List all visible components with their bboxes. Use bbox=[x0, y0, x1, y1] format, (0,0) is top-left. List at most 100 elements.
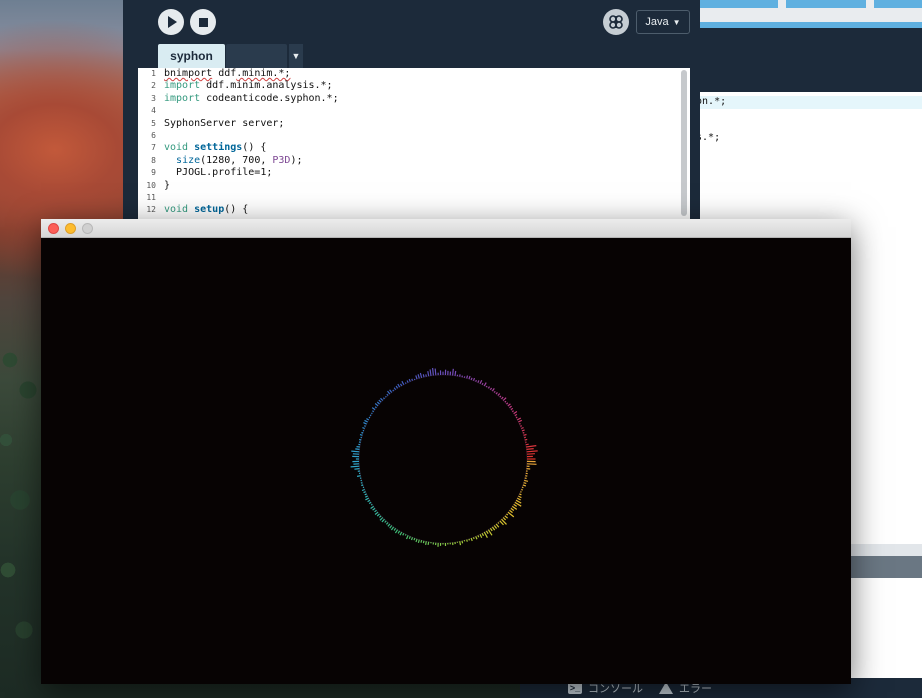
processing-editor-window[interactable]: Java ▼ syphon ▼ 1 2 3 4 5 6 7 8 9 10 11 12 bnimport… bbox=[123, 0, 700, 225]
code-line[interactable]: void settings() { bbox=[164, 142, 674, 154]
spectrum-bar bbox=[521, 427, 524, 430]
scrollbar-thumb[interactable] bbox=[681, 70, 687, 216]
code-line[interactable] bbox=[164, 130, 674, 142]
spectrum-bar bbox=[489, 527, 493, 532]
spectrum-bar bbox=[526, 453, 535, 455]
spectrum-bar bbox=[472, 537, 475, 540]
tab-syphon[interactable]: syphon bbox=[158, 44, 225, 68]
spectrum-bar bbox=[521, 429, 525, 432]
sketch-output-window[interactable] bbox=[41, 219, 851, 684]
spectrum-bar bbox=[515, 499, 522, 504]
stop-button[interactable] bbox=[190, 9, 216, 35]
spectrum-bar bbox=[515, 416, 518, 419]
code-editor[interactable]: 1 2 3 4 5 6 7 8 9 10 11 12 bnimport ddf.minim.*; imp… bbox=[138, 68, 690, 225]
line-number: 9 bbox=[151, 168, 156, 178]
code-line[interactable]: import ddf.minim.analysis.*; bbox=[164, 80, 674, 92]
spectrum-bar bbox=[518, 495, 522, 499]
code-line[interactable] bbox=[164, 105, 674, 117]
line-number: 2 bbox=[151, 81, 156, 91]
chevron-down-icon: ▼ bbox=[291, 51, 301, 61]
close-light-icon[interactable] bbox=[48, 223, 59, 234]
spectrum-bar bbox=[502, 397, 507, 401]
spectrum-bar bbox=[526, 463, 537, 465]
spectrum-bar bbox=[466, 375, 469, 379]
spectrum-bar bbox=[522, 484, 527, 487]
background-tabs[interactable] bbox=[690, 0, 922, 8]
spectrum-bar bbox=[493, 390, 496, 393]
spectrum-bar bbox=[483, 531, 488, 538]
code-line[interactable] bbox=[164, 192, 674, 204]
spectrum-bar bbox=[519, 423, 521, 425]
spectrum-bar bbox=[501, 396, 504, 400]
spectrum-bar bbox=[374, 403, 379, 407]
spectrum-bar bbox=[461, 540, 464, 544]
code-line[interactable]: PJOGL.profile=1; bbox=[164, 167, 674, 179]
tab-empty[interactable] bbox=[226, 44, 287, 68]
spectrum-bar bbox=[472, 377, 476, 381]
spectrum-bar bbox=[393, 387, 397, 391]
spectrum-bar bbox=[371, 412, 373, 415]
spectrum-bar bbox=[365, 495, 368, 498]
spectrum-bar bbox=[521, 486, 524, 489]
spectrum-bar bbox=[408, 536, 411, 540]
spectrum-bar bbox=[452, 368, 454, 376]
spectrum-bar bbox=[524, 479, 529, 482]
tab-label: syphon bbox=[170, 49, 213, 63]
spectrum-bar bbox=[364, 419, 368, 423]
line-number: 12 bbox=[146, 205, 156, 215]
spectrum-bar bbox=[378, 399, 382, 403]
spectrum-bar bbox=[371, 407, 376, 411]
spectrum-bar bbox=[525, 443, 529, 446]
spectrum-bar bbox=[364, 425, 366, 427]
code-line[interactable]: SyphonServer server; bbox=[164, 118, 674, 130]
spectrum-bar bbox=[356, 475, 361, 477]
spectrum-bar bbox=[374, 511, 379, 515]
maximize-light-icon[interactable] bbox=[82, 223, 93, 234]
spectrum-bar bbox=[395, 385, 399, 389]
spectrum-bar bbox=[521, 488, 524, 491]
sketch-titlebar[interactable] bbox=[41, 219, 851, 238]
spectrum-bar bbox=[365, 497, 369, 501]
spectrum-bar bbox=[422, 374, 425, 378]
spectrum-bar bbox=[495, 523, 500, 528]
code-line[interactable]: } bbox=[164, 180, 674, 192]
spectrum-bar bbox=[491, 526, 496, 531]
spectrum-bar bbox=[434, 368, 437, 376]
mode-selector[interactable]: Java ▼ bbox=[636, 10, 690, 34]
code-line[interactable]: void setup() { bbox=[164, 204, 674, 216]
tab-menu-button[interactable]: ▼ bbox=[289, 44, 303, 68]
spectrum-bar bbox=[404, 534, 407, 536]
minimize-light-icon[interactable] bbox=[65, 223, 76, 234]
spectrum-bar bbox=[517, 417, 522, 421]
spectrum-bar bbox=[479, 380, 483, 384]
spectrum-bar bbox=[361, 431, 364, 434]
code-line[interactable]: import codeanticode.syphon.*; bbox=[164, 93, 674, 105]
spectrum-bar bbox=[419, 372, 423, 378]
debugger-button[interactable] bbox=[603, 9, 629, 35]
spectrum-bar bbox=[413, 537, 416, 541]
sketch-canvas[interactable] bbox=[41, 238, 851, 684]
code-line[interactable]: size(1280, 700, P3D); bbox=[164, 155, 674, 167]
spectrum-bar bbox=[385, 395, 387, 398]
spectrum-bar bbox=[502, 517, 507, 521]
spectrum-bar bbox=[511, 410, 514, 413]
spectrum-bar bbox=[359, 438, 362, 441]
spectrum-bar bbox=[524, 438, 528, 441]
spectrum-bar bbox=[481, 382, 484, 385]
code-line[interactable]: bnimport ddf.minim.*; bbox=[164, 68, 674, 80]
console-output bbox=[850, 578, 922, 678]
spectrum-bar bbox=[399, 531, 403, 536]
spectrum-bar bbox=[405, 535, 409, 540]
spectrum-bar bbox=[362, 427, 365, 430]
spectrum-bar bbox=[420, 540, 423, 543]
spectrum-bar bbox=[374, 406, 377, 409]
spectrum-bar bbox=[507, 403, 511, 407]
line-number: 6 bbox=[151, 130, 156, 140]
spectrum-bar bbox=[397, 383, 401, 388]
spectrum-bar bbox=[425, 374, 427, 377]
background-tab-strip[interactable] bbox=[690, 0, 922, 28]
spectrum-bar bbox=[361, 488, 365, 492]
spectrum-bar bbox=[390, 526, 395, 531]
run-button[interactable] bbox=[158, 9, 184, 35]
code-text[interactable]: bnimport ddf.minim.*; import ddf.minim.an… bbox=[164, 68, 674, 225]
